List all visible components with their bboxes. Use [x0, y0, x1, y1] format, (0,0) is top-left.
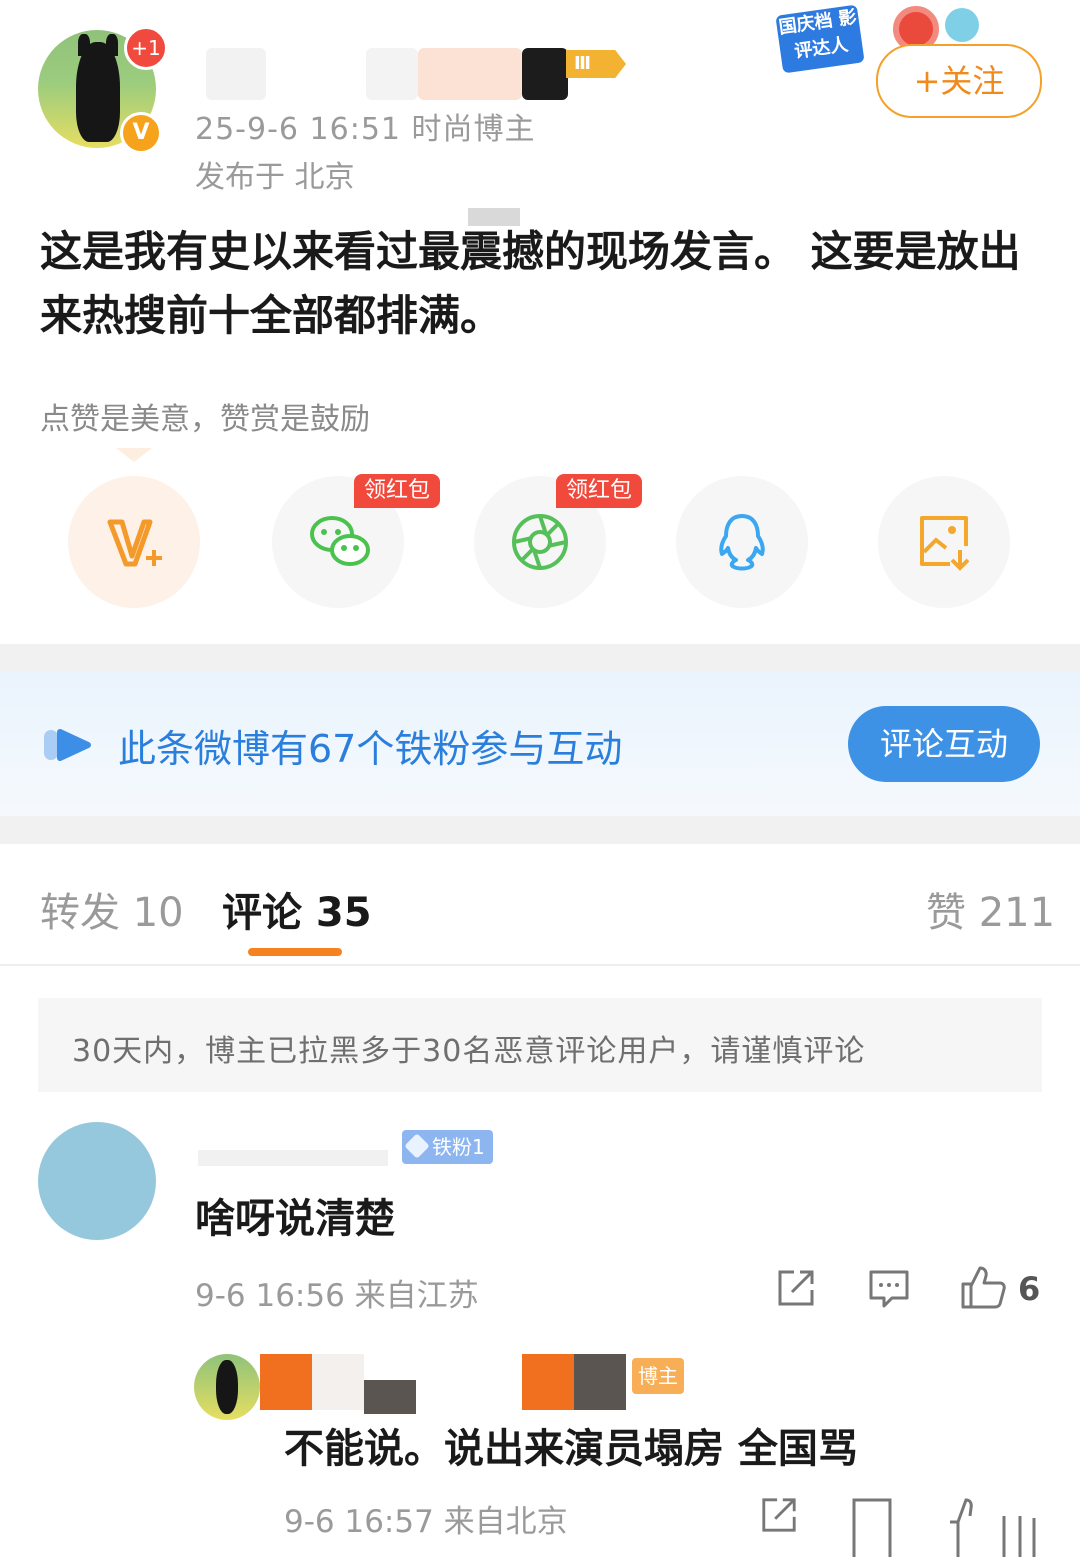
like-count: 6 [1018, 1270, 1041, 1308]
save-image-button[interactable] [878, 476, 1010, 608]
tab-divider [0, 964, 1080, 966]
author-tag: 博主 [632, 1358, 684, 1394]
comment-warning-notice: 30天内，博主已拉黑多于30名恶意评论用户，请谨慎评论 [38, 998, 1042, 1092]
level-badge: Ⅲ [566, 50, 626, 78]
fan-interaction-icon [44, 729, 91, 761]
reply-avatar[interactable] [194, 1354, 260, 1420]
author-name-redacted-3 [418, 48, 522, 100]
verified-icon: V [120, 112, 162, 154]
tab-comment[interactable]: 评论 35 [222, 880, 372, 938]
save-image-icon [920, 516, 970, 571]
reply-share-icon[interactable] [760, 1496, 798, 1534]
fan-interaction-text: 此条微博有67个铁粉参与互动 [118, 727, 623, 771]
tab-like[interactable]: 赞 211 [926, 880, 1055, 938]
diamond-icon [404, 1133, 430, 1159]
like-icon[interactable] [960, 1264, 1006, 1310]
reply-name-redacted-3 [364, 1380, 416, 1414]
fan-badge-label: 铁粉1 [432, 1135, 485, 1159]
reply-name-redacted-5 [574, 1354, 626, 1410]
comment-meta: 9-6 16:56 来自江苏 [195, 1278, 479, 1314]
reply-name-redacted-4 [522, 1354, 574, 1410]
share-icon[interactable] [776, 1268, 816, 1308]
reply-name-redacted-2 [312, 1354, 364, 1410]
commenter-avatar[interactable] [38, 1122, 156, 1240]
reward-icon [107, 519, 162, 567]
reply-comment-icon[interactable] [852, 1498, 892, 1557]
follow-button[interactable]: +关注 [876, 44, 1042, 118]
moments-icon [512, 514, 568, 570]
notification-badge: +1 [124, 26, 168, 70]
author-name-redacted[interactable] [206, 48, 266, 100]
wechat-icon [310, 516, 370, 566]
promo-film-icon [945, 8, 979, 42]
post-text: 这是我有史以来看过最震撼的现场发言。 这要是放出来热搜前十全部都排满。 [40, 227, 1021, 340]
reply-text: 不能说。说出来演员塌房 全国骂 [284, 1426, 858, 1472]
notice-text: 30天内，博主已拉黑多于30名恶意评论用户，请谨慎评论 [72, 1034, 866, 1069]
reward-note: 点赞是美意，赞赏是鼓励 [40, 402, 370, 437]
promo-label: 国庆档 影评达人 [775, 4, 865, 74]
active-tab-indicator [248, 948, 342, 956]
reply-icon[interactable] [868, 1268, 910, 1308]
red-packet-badge-2: 领红包 [556, 474, 643, 508]
comment-text: 啥呀说清楚 [195, 1196, 395, 1242]
reply-like-icon[interactable] [944, 1492, 1040, 1557]
section-divider-2 [0, 816, 1080, 844]
commenter-name-redacted[interactable] [198, 1150, 388, 1166]
post-location: 发布于 北京 [195, 160, 355, 195]
qq-icon [719, 514, 765, 571]
reply-name-redacted[interactable] [260, 1354, 312, 1410]
share-qq-button[interactable] [676, 476, 808, 608]
reward-button[interactable] [68, 476, 200, 608]
text-redaction [468, 208, 520, 226]
section-divider [0, 644, 1080, 672]
reply-meta: 9-6 16:57 来自北京 [284, 1504, 568, 1540]
author-name-redacted-4 [522, 48, 568, 100]
fan-badge: 铁粉1 [402, 1130, 493, 1164]
reward-pointer [116, 448, 152, 462]
fan-interaction-banner[interactable]: 此条微博有67个铁粉参与互动 评论互动 [0, 672, 1080, 816]
red-packet-badge: 领红包 [354, 474, 441, 508]
horse-image [76, 42, 120, 142]
comment-interaction-button[interactable]: 评论互动 [848, 706, 1040, 782]
post-time-category: 25-9-6 16:51 时尚博主 [195, 112, 536, 147]
author-name-redacted-2 [366, 48, 418, 100]
tab-repost[interactable]: 转发 10 [40, 880, 184, 938]
